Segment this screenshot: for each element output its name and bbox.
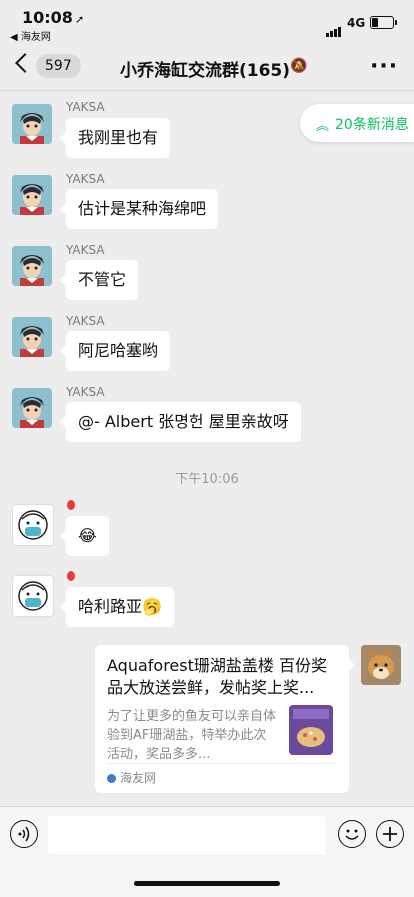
- chat-header: 597 小乔海缸交流群(165) 🔕 ···: [0, 44, 414, 91]
- message-bubble[interactable]: 😂: [60, 516, 109, 556]
- avatar[interactable]: [12, 504, 54, 546]
- link-card-title: Aquaforest珊湖盐盖楼 百份奖品大放送尝鲜，发帖奖上奖...: [107, 656, 327, 697]
- message-bubble[interactable]: 我刚里也有: [59, 118, 171, 158]
- sender-name: YAKSA: [66, 172, 105, 186]
- message-bubble[interactable]: 估计是某种海绵吧: [59, 189, 219, 229]
- message-timestamp: 下午10:06: [175, 472, 239, 487]
- message-input[interactable]: [48, 816, 326, 854]
- mask-face-avatar-icon: [13, 505, 53, 545]
- avatar[interactable]: [12, 175, 52, 215]
- yaksa-avatar-icon: [12, 317, 52, 357]
- voice-input-icon[interactable]: [10, 820, 38, 848]
- link-card-description: 为了让更多的鱼友可以亲自体验到AF珊湖盐，特举办此次活动，奖品多多...: [107, 709, 277, 762]
- yaksa-avatar-icon: [12, 175, 52, 215]
- plus-icon[interactable]: [376, 820, 404, 848]
- link-card-source: 海友网: [107, 769, 156, 786]
- balloon-icon: [67, 571, 75, 581]
- more-options-icon[interactable]: ···: [370, 54, 398, 79]
- double-chevron-up-icon: ︽: [316, 119, 330, 134]
- mute-bell-icon: 🔕: [290, 58, 308, 74]
- chat-title: 小乔海缸交流群(165): [120, 61, 291, 81]
- message-bubble[interactable]: 不管它: [59, 260, 139, 300]
- link-card[interactable]: Aquaforest珊湖盐盖楼 百份奖品大放送尝鲜，发帖奖上奖... 为了让更多…: [95, 645, 355, 793]
- unread-count-badge[interactable]: 597: [36, 54, 81, 78]
- emoji-icon[interactable]: [338, 820, 366, 848]
- battery-icon: [370, 16, 397, 29]
- sender-name: YAKSA: [66, 100, 105, 114]
- link-card-thumbnail: [289, 705, 333, 755]
- yaksa-avatar-icon: [12, 104, 52, 144]
- sender-name: YAKSA: [66, 385, 105, 399]
- network-type: 4G: [347, 16, 366, 30]
- avatar[interactable]: [12, 388, 52, 428]
- yaksa-avatar-icon: [12, 246, 52, 286]
- back-to-app-link[interactable]: ◀ 海友网: [10, 28, 51, 43]
- sender-name: YAKSA: [66, 314, 105, 328]
- avatar[interactable]: [12, 246, 52, 286]
- divider: [107, 763, 337, 764]
- status-time: 10:08 ➚: [22, 8, 85, 27]
- self-avatar[interactable]: [361, 645, 401, 685]
- message-bubble[interactable]: @- Albert 张명헌 屋里亲故呀: [60, 402, 301, 442]
- status-bar: 10:08 ➚ ◀ 海友网 4G: [0, 0, 414, 44]
- mask-face-avatar-icon: [13, 576, 53, 616]
- location-arrow-icon: ➚: [74, 13, 85, 26]
- sender-name: YAKSA: [66, 243, 105, 257]
- new-messages-label: 20条新消息: [335, 117, 409, 133]
- back-chevron-icon[interactable]: [15, 53, 35, 73]
- avatar[interactable]: [12, 575, 54, 617]
- message-bubble[interactable]: 哈利路亚🥱: [60, 587, 174, 627]
- home-indicator[interactable]: [134, 881, 280, 886]
- balloon-icon: [67, 500, 75, 510]
- avatar[interactable]: [12, 317, 52, 357]
- yaksa-avatar-icon: [12, 388, 52, 428]
- shiba-dog-avatar-icon: [361, 645, 401, 685]
- source-logo-icon: [107, 774, 116, 783]
- message-bubble[interactable]: 阿尼哈塞哟: [59, 331, 171, 371]
- avatar[interactable]: [12, 104, 52, 144]
- signal-icon: [326, 18, 342, 37]
- new-messages-button[interactable]: ︽ 20条新消息: [300, 104, 414, 142]
